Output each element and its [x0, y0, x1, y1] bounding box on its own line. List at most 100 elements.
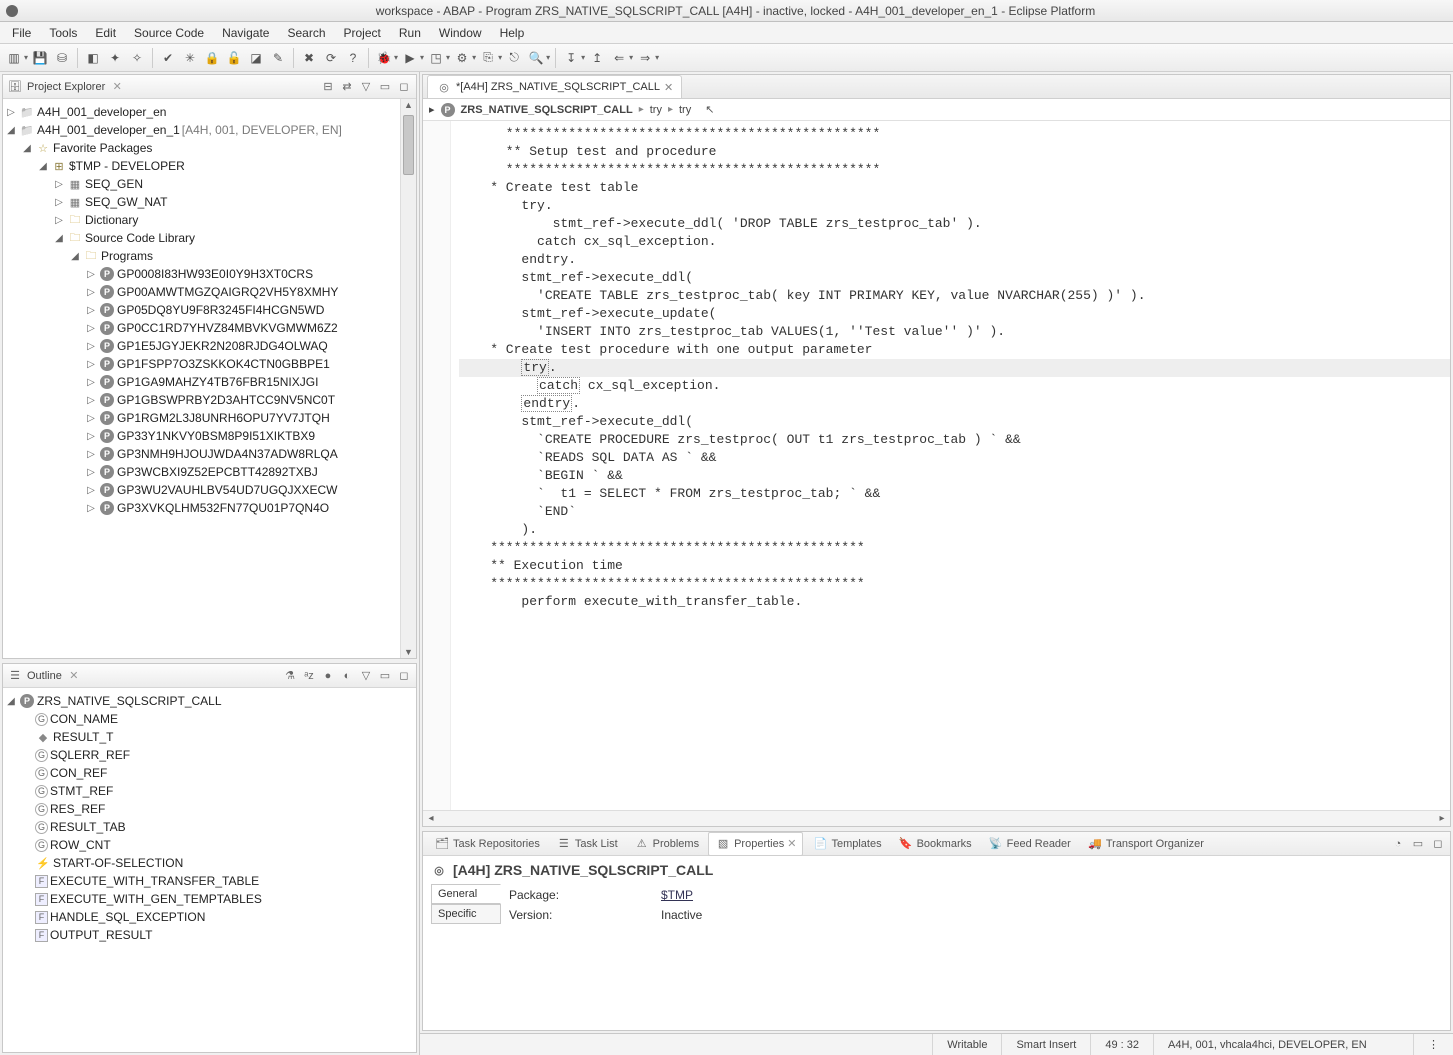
dropdown-icon[interactable]: ▾	[546, 53, 550, 62]
view-menu-icon[interactable]: ▽	[358, 668, 374, 684]
collapsed-twistie-icon[interactable]: ▷	[85, 395, 97, 406]
breadcrumb-item[interactable]: try	[650, 104, 662, 116]
collapsed-twistie-icon[interactable]: ▷	[85, 305, 97, 316]
run-button[interactable]: ▶	[400, 48, 420, 68]
collapsed-twistie-icon[interactable]: ▷	[85, 377, 97, 388]
dropdown-icon[interactable]: ▾	[498, 53, 502, 62]
collapsed-twistie-icon[interactable]: ▷	[85, 323, 97, 334]
twistie-icon[interactable]: ◢	[5, 696, 17, 707]
outline-node[interactable]: GCON_REF	[5, 764, 414, 782]
tree-node[interactable]: ▷PGP3NMH9HJOUJWDA4N37ADW8RLQA	[5, 445, 398, 463]
hide2-icon[interactable]: ◐	[339, 668, 355, 684]
unlock-icon[interactable]: 🔓	[224, 48, 244, 68]
tree-node[interactable]: ▷PGP3XVKQLHM532FN77QU01P7QN4O	[5, 499, 398, 517]
save-button[interactable]: 💾	[30, 48, 50, 68]
tree-node[interactable]: ▷PGP1GA9MAHZY4TB76FBR15NIXJGI	[5, 373, 398, 391]
expanded-twistie-icon[interactable]: ◢	[53, 233, 65, 244]
wand-icon[interactable]: ✳	[180, 48, 200, 68]
save-all-button[interactable]: ⛁	[52, 48, 72, 68]
close-view-icon[interactable]: ✕	[66, 668, 82, 684]
toggle-button[interactable]: ◪	[246, 48, 266, 68]
bottom-tab-task-list[interactable]: ☰Task List	[549, 832, 625, 856]
minimize-icon[interactable]: ▭	[377, 668, 393, 684]
outline-node[interactable]: GRESULT_TAB	[5, 818, 414, 836]
outline-node[interactable]: GCON_NAME	[5, 710, 414, 728]
new-button[interactable]: ▥	[4, 48, 24, 68]
close-view-icon[interactable]: ✕	[109, 79, 125, 95]
expanded-twistie-icon[interactable]: ◢	[37, 161, 49, 172]
tree-node[interactable]: ▷▦SEQ_GEN	[5, 175, 398, 193]
open-task-button[interactable]: ⎋	[504, 48, 524, 68]
bottom-tab-transport-organizer[interactable]: 🚚Transport Organizer	[1080, 832, 1211, 856]
tree-node[interactable]: ▷PGP3WCBXI9Z52EPCBTT42892TXBJ	[5, 463, 398, 481]
expanded-twistie-icon[interactable]: ◢	[69, 251, 81, 262]
dropdown-icon[interactable]: ▾	[581, 53, 585, 62]
tree-node[interactable]: ◢🗀Programs	[5, 247, 398, 265]
tree-node[interactable]: ▷🗀Dictionary	[5, 211, 398, 229]
link-editor-icon[interactable]: ⇄	[339, 79, 355, 95]
collapsed-twistie-icon[interactable]: ▷	[85, 287, 97, 298]
outline-node[interactable]: ◢PZRS_NATIVE_SQLSCRIPT_CALL	[5, 692, 414, 710]
breadcrumb[interactable]: ▸ P ZRS_NATIVE_SQLSCRIPT_CALL ▸ try ▸ tr…	[423, 99, 1450, 121]
open-abap-button[interactable]: ◧	[83, 48, 103, 68]
refresh-icon[interactable]: ⟳	[321, 48, 341, 68]
tree-node[interactable]: ◢🗀Source Code Library	[5, 229, 398, 247]
dropdown-icon[interactable]: ▾	[446, 53, 450, 62]
tree-node[interactable]: ▷PGP3WU2VAUHLBV54UD7UGQJXXECW	[5, 481, 398, 499]
maximize-icon[interactable]: ◻	[1430, 836, 1446, 852]
check-button[interactable]: ✔	[158, 48, 178, 68]
dropdown-icon[interactable]: ▾	[394, 53, 398, 62]
outline-node[interactable]: FHANDLE_SQL_EXCEPTION	[5, 908, 414, 926]
profile-button[interactable]: ⚙	[452, 48, 472, 68]
collapsed-twistie-icon[interactable]: ▷	[53, 197, 65, 208]
project-explorer-tree[interactable]: ▷📁A4H_001_developer_en◢📁A4H_001_develope…	[3, 99, 400, 658]
refresh-icon[interactable]: ◔	[1390, 836, 1406, 852]
minimize-icon[interactable]: ▭	[377, 79, 393, 95]
tree-node[interactable]: ▷PGP00AMWTMGZQAIGRQ2VH5Y8XMHY	[5, 283, 398, 301]
lock-icon[interactable]: 🔒	[202, 48, 222, 68]
collapsed-twistie-icon[interactable]: ▷	[85, 485, 97, 496]
collapsed-twistie-icon[interactable]: ▷	[85, 467, 97, 478]
menu-run[interactable]: Run	[391, 24, 429, 42]
menu-project[interactable]: Project	[336, 24, 389, 42]
side-tab-general[interactable]: General	[431, 884, 501, 904]
horizontal-scrollbar[interactable]: ◂ ▸	[423, 810, 1450, 826]
outline-node[interactable]: FEXECUTE_WITH_GEN_TEMPTABLES	[5, 890, 414, 908]
bottom-tab-properties[interactable]: ▧Properties ✕	[708, 832, 803, 856]
sort-icon[interactable]: ᵃz	[301, 668, 317, 684]
tree-node[interactable]: ▷▦SEQ_GW_NAT	[5, 193, 398, 211]
bottom-tab-problems[interactable]: ⚠Problems	[627, 832, 706, 856]
outline-node[interactable]: GRES_REF	[5, 800, 414, 818]
collapsed-twistie-icon[interactable]: ▷	[85, 503, 97, 514]
menu-help[interactable]: Help	[492, 24, 533, 42]
collapsed-twistie-icon[interactable]: ▷	[5, 107, 17, 118]
collapsed-twistie-icon[interactable]: ▷	[85, 269, 97, 280]
expanded-twistie-icon[interactable]: ◢	[21, 143, 33, 154]
tree-node[interactable]: ▷PGP1RGM2L3J8UNRH6OPU7YV7JTQH	[5, 409, 398, 427]
expanded-twistie-icon[interactable]: ◢	[5, 125, 17, 136]
status-menu-icon[interactable]: ⋮	[1413, 1034, 1453, 1055]
tree-node[interactable]: ▷📁A4H_001_developer_en	[5, 103, 398, 121]
prev-annotation-button[interactable]: ↥	[587, 48, 607, 68]
activate-all-button[interactable]: ✧	[127, 48, 147, 68]
help-icon[interactable]: ?	[343, 48, 363, 68]
collapsed-twistie-icon[interactable]: ▷	[85, 413, 97, 424]
menu-tools[interactable]: Tools	[41, 24, 85, 42]
dropdown-icon[interactable]: ▾	[24, 53, 28, 62]
view-menu-icon[interactable]: ▽	[358, 79, 374, 95]
outline-tree[interactable]: ◢PZRS_NATIVE_SQLSCRIPT_CALLGCON_NAME◆RES…	[3, 688, 416, 1052]
outline-node[interactable]: FOUTPUT_RESULT	[5, 926, 414, 944]
code-editor[interactable]: ****************************************…	[451, 121, 1450, 810]
debug-button[interactable]: 🐞	[374, 48, 394, 68]
close-tab-icon[interactable]: ✕	[664, 81, 673, 94]
bottom-tab-templates[interactable]: 📄Templates	[805, 832, 888, 856]
package-value-link[interactable]: $TMP	[661, 888, 693, 902]
tree-node[interactable]: ◢📁A4H_001_developer_en_1 [A4H, 001, DEVE…	[5, 121, 398, 139]
forward-button[interactable]: ⇒	[635, 48, 655, 68]
side-tab-specific[interactable]: Specific	[431, 904, 501, 924]
editor-tab[interactable]: ◎ *[A4H] ZRS_NATIVE_SQLSCRIPT_CALL ✕	[427, 75, 682, 98]
menu-file[interactable]: File	[4, 24, 39, 42]
close-tab-icon[interactable]: ✕	[787, 837, 796, 850]
outline-node[interactable]: ⚡START-OF-SELECTION	[5, 854, 414, 872]
filter-icon[interactable]: ⚗	[282, 668, 298, 684]
